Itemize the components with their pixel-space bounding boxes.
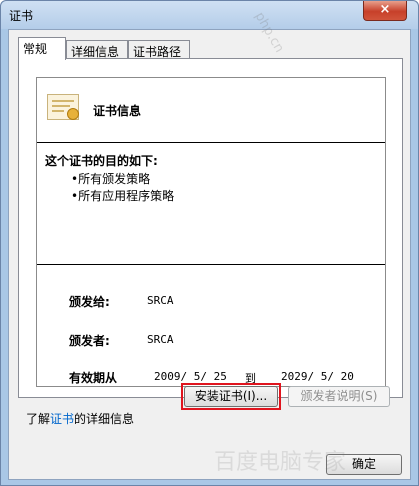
- certificate-info-box: 证书信息 这个证书的目的如下: •所有颁发策略 •所有应用程序策略 颁发给: S…: [36, 77, 386, 387]
- window-title: 证书: [9, 9, 34, 23]
- tab-details-label: 详细信息: [71, 45, 120, 59]
- learn-more-text: 了解证书的详细信息: [26, 410, 134, 427]
- valid-to-date: 2029/ 5/ 20: [281, 370, 354, 383]
- divider: [37, 264, 385, 265]
- purpose-item: •所有颁发策略: [71, 172, 151, 186]
- purpose-item: •所有应用程序策略: [71, 189, 175, 203]
- install-certificate-button[interactable]: 安装证书(I)...: [184, 386, 278, 407]
- divider: [37, 142, 385, 143]
- close-icon: ×: [379, 2, 391, 17]
- title-bar[interactable]: 证书 ×: [1, 1, 418, 29]
- ok-button[interactable]: 确定: [326, 454, 402, 475]
- certificate-icon: [47, 94, 79, 120]
- tab-certification-path[interactable]: 证书路径: [128, 40, 190, 60]
- certificate-info-heading: 证书信息: [93, 104, 142, 118]
- issued-to-value: SRCA: [147, 294, 174, 307]
- purpose-title: 这个证书的目的如下:: [45, 154, 158, 168]
- learn-more-suffix: 的详细信息: [74, 412, 135, 426]
- tab-details[interactable]: 详细信息: [66, 40, 128, 60]
- issued-by-value: SRCA: [147, 333, 174, 346]
- validity-label: 有效期从: [69, 371, 118, 385]
- learn-more-prefix: 了解: [26, 412, 51, 426]
- issued-by-label: 颁发者:: [69, 334, 110, 348]
- issuer-statement-button[interactable]: 颁发者说明(S): [288, 386, 390, 407]
- certificate-window: 证书 × 常规 详细信息 证书路径 证书信息 这个证书的目的如下: •所有颁发策…: [0, 0, 419, 486]
- tab-general-label: 常规: [23, 42, 48, 56]
- tab-certification-path-label: 证书路径: [133, 45, 182, 59]
- issued-to-label: 颁发给:: [69, 295, 110, 309]
- general-tab-panel: 证书信息 这个证书的目的如下: •所有颁发策略 •所有应用程序策略 颁发给: S…: [18, 58, 403, 398]
- close-button[interactable]: ×: [363, 1, 407, 21]
- tab-general[interactable]: 常规: [18, 37, 66, 60]
- learn-more-link[interactable]: 证书: [50, 412, 74, 426]
- valid-from-date: 2009/ 5/ 25: [154, 370, 227, 383]
- dialog-client-area: 常规 详细信息 证书路径 证书信息 这个证书的目的如下: •所有颁发策略 •所有…: [8, 29, 411, 480]
